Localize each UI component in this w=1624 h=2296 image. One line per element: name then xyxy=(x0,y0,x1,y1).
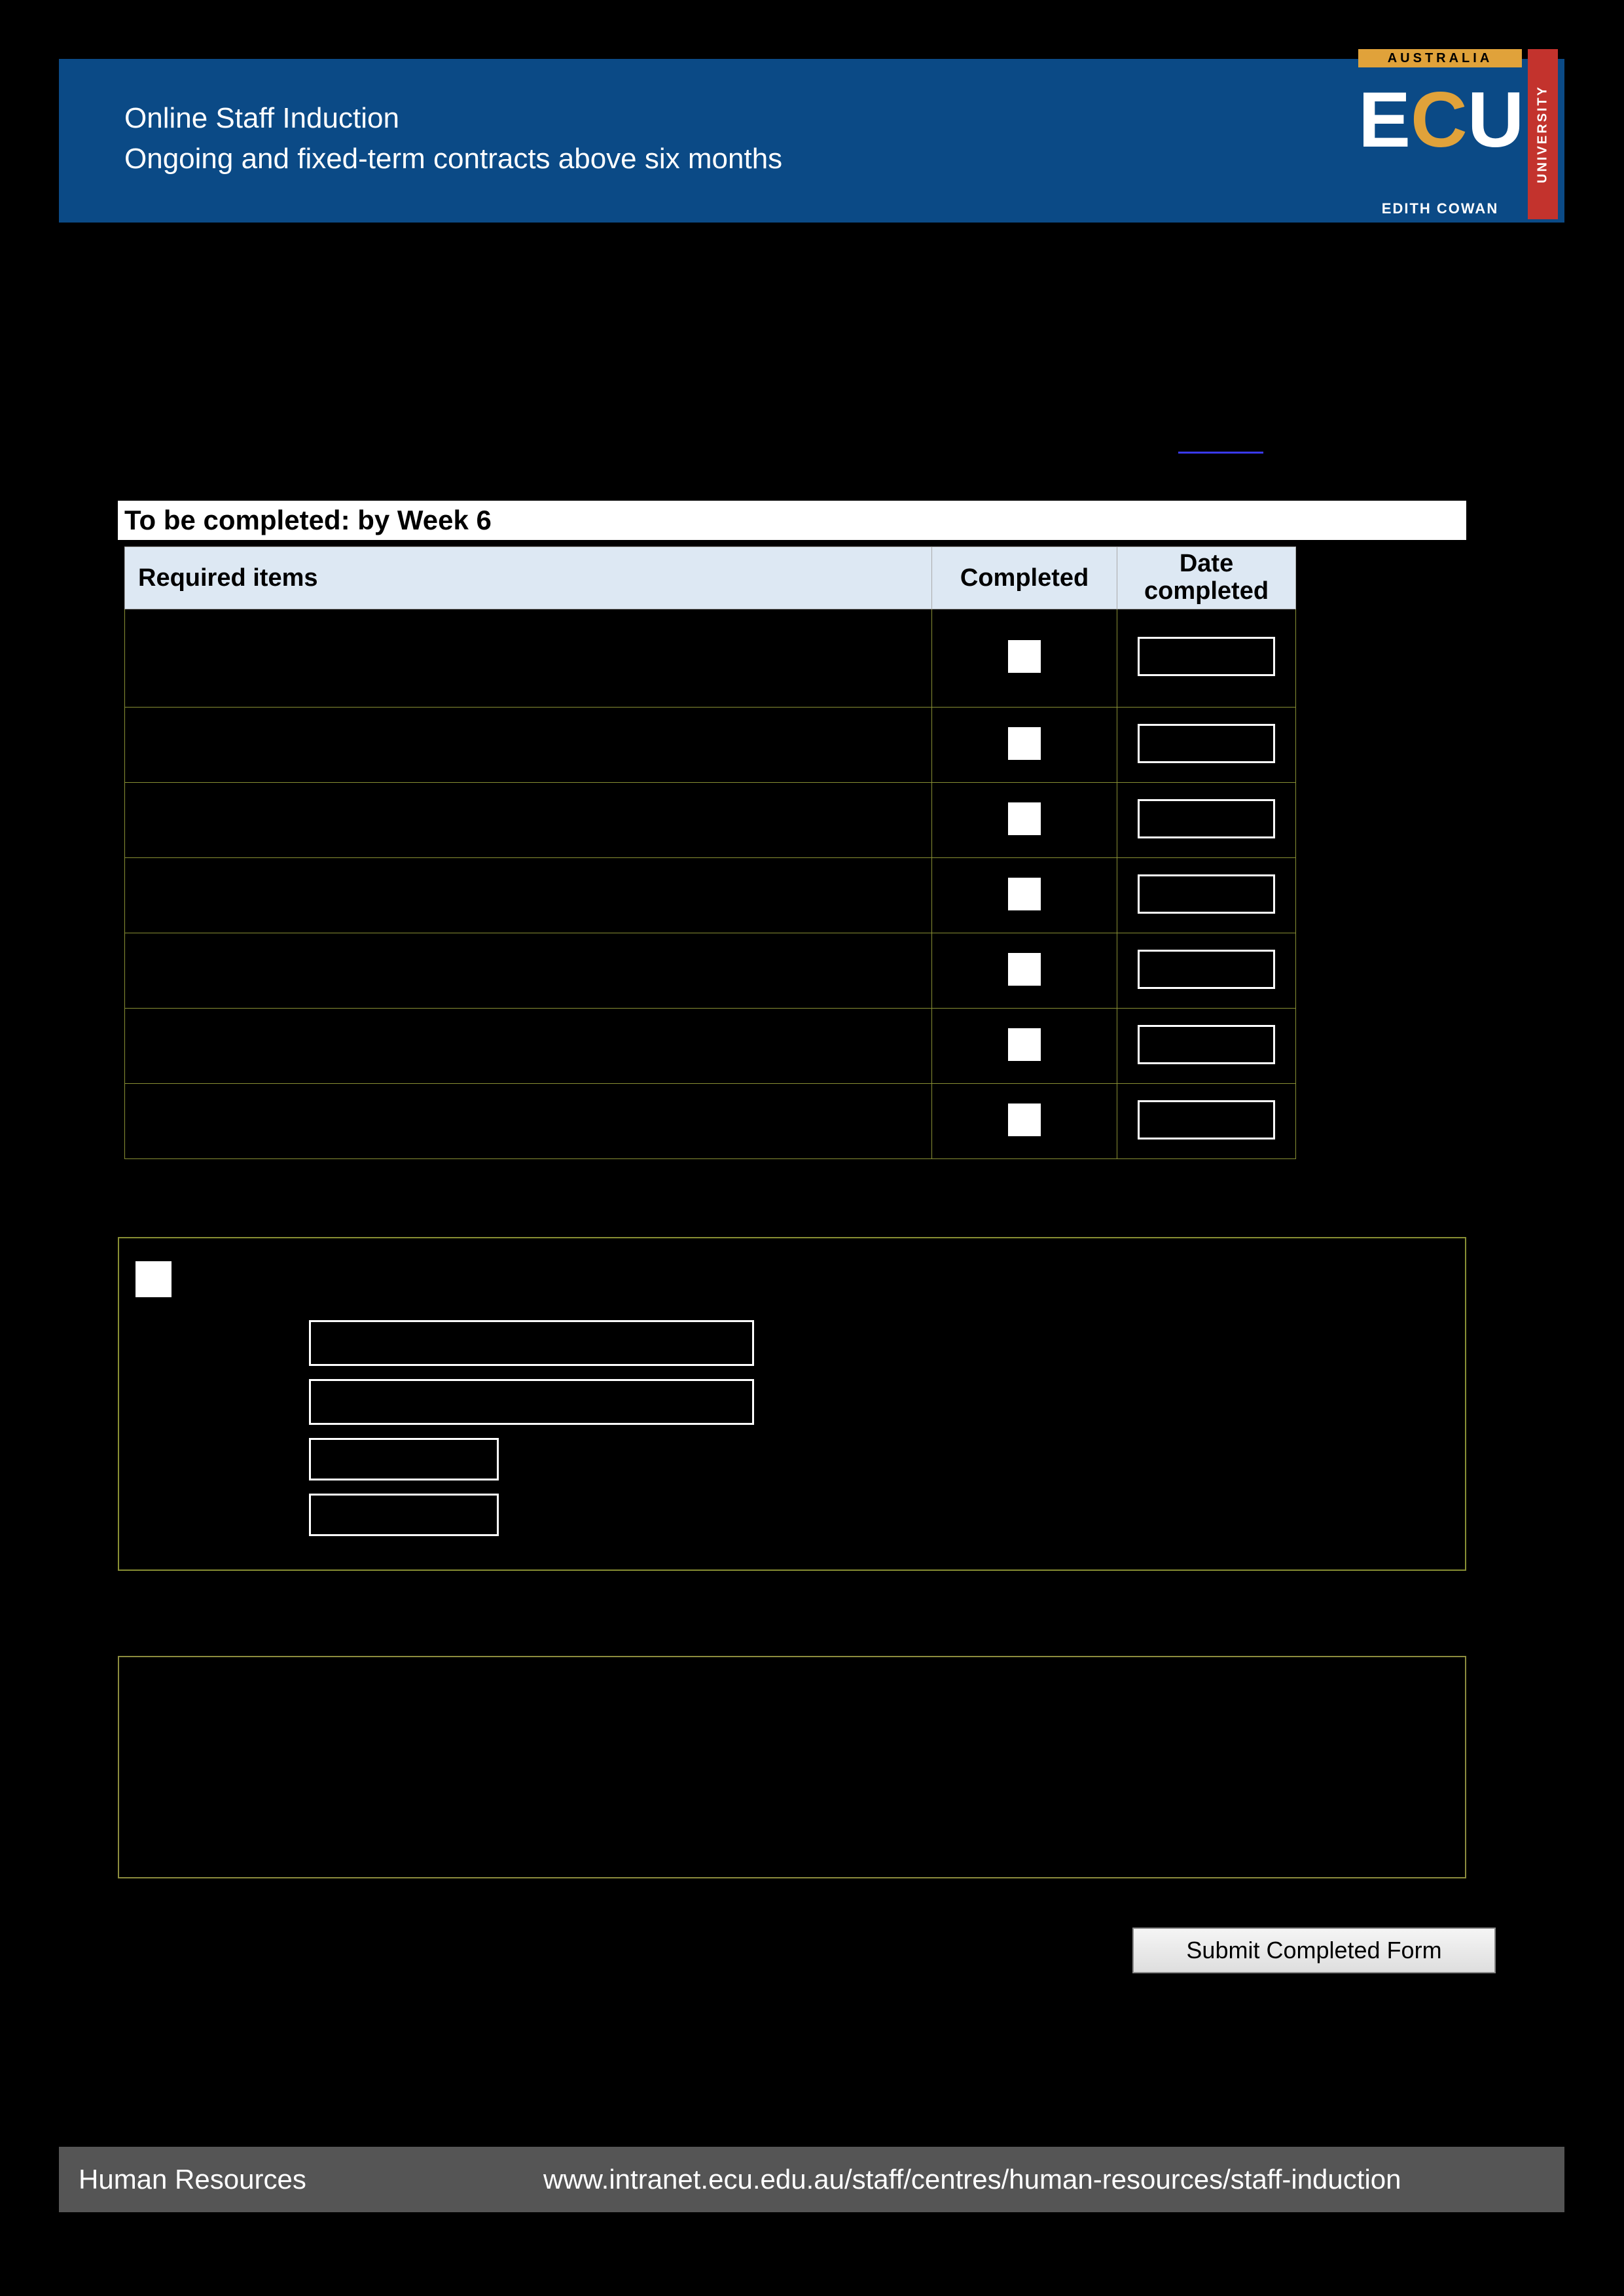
date-cell xyxy=(1117,783,1296,858)
checkbox[interactable] xyxy=(1008,1028,1041,1061)
document-page: Online Staff Induction Ongoing and fixed… xyxy=(0,0,1624,2296)
completed-cell xyxy=(932,1009,1117,1084)
date-input[interactable] xyxy=(309,1494,499,1536)
header-band: Online Staff Induction Ongoing and fixed… xyxy=(59,59,1564,223)
page-subtitle: Ongoing and fixed-term contracts above s… xyxy=(59,139,1564,179)
table-row xyxy=(125,1084,1296,1159)
table-row xyxy=(125,708,1296,783)
col-required-items: Required items xyxy=(125,547,932,609)
completed-cell xyxy=(932,1084,1117,1159)
position-input[interactable] xyxy=(309,1379,754,1425)
date-cell xyxy=(1117,933,1296,1009)
date-input[interactable] xyxy=(1138,724,1275,763)
completed-cell xyxy=(932,858,1117,933)
date-input[interactable] xyxy=(1138,637,1275,676)
date-cell xyxy=(1117,1009,1296,1084)
logo-letter-u: U xyxy=(1468,76,1525,164)
date-input[interactable] xyxy=(1138,1100,1275,1139)
table-header-row: Required items Completed Date completed xyxy=(125,547,1296,609)
page-title: Online Staff Induction xyxy=(59,59,1564,139)
item-cell xyxy=(125,1084,932,1159)
item-cell xyxy=(125,783,932,858)
date-cell xyxy=(1117,1084,1296,1159)
table-row xyxy=(125,858,1296,933)
submit-button[interactable]: Submit Completed Form xyxy=(1132,1928,1496,1973)
section-heading: To be completed: by Week 6 xyxy=(118,501,1466,540)
date-cell xyxy=(1117,609,1296,708)
footer-left-label: Human Resources xyxy=(59,2164,543,2195)
item-cell xyxy=(125,708,932,783)
logo-university-label: UNIVERSITY xyxy=(1528,49,1558,219)
col-completed: Completed xyxy=(932,547,1117,609)
completed-cell xyxy=(932,783,1117,858)
checkbox[interactable] xyxy=(1008,1103,1041,1136)
confirmation-section xyxy=(118,1237,1466,1571)
item-cell xyxy=(125,1009,932,1084)
date-cell xyxy=(1117,708,1296,783)
comments-box[interactable] xyxy=(118,1656,1466,1878)
table-row xyxy=(125,609,1296,708)
checkbox[interactable] xyxy=(1008,802,1041,835)
checkbox[interactable] xyxy=(1008,953,1041,986)
date-cell xyxy=(1117,858,1296,933)
completed-cell xyxy=(932,708,1117,783)
ecu-logo: AUSTRALIA ECU EDITH COWAN UNIVERSITY xyxy=(1342,49,1558,232)
confirmation-checkbox[interactable] xyxy=(135,1261,171,1297)
item-cell xyxy=(125,933,932,1009)
date-input[interactable] xyxy=(1138,799,1275,838)
date-input[interactable] xyxy=(1138,1025,1275,1064)
checkbox[interactable] xyxy=(1008,878,1041,910)
logo-letter-c: C xyxy=(1411,76,1468,164)
date-input[interactable] xyxy=(1138,950,1275,989)
checkbox[interactable] xyxy=(1008,640,1041,673)
name-input[interactable] xyxy=(309,1320,754,1366)
required-items-table: Required items Completed Date completed xyxy=(124,547,1296,1159)
col-date-completed: Date completed xyxy=(1117,547,1296,609)
logo-letter-e: E xyxy=(1358,76,1411,164)
table-row xyxy=(125,933,1296,1009)
footer-url: www.intranet.ecu.edu.au/staff/centres/hu… xyxy=(543,2164,1564,2195)
logo-ecu-letters: ECU xyxy=(1358,67,1522,198)
footer-bar: Human Resources www.intranet.ecu.edu.au/… xyxy=(59,2147,1564,2212)
completed-cell xyxy=(932,609,1117,708)
staff-id-input[interactable] xyxy=(309,1438,499,1480)
item-cell xyxy=(125,858,932,933)
logo-edith-cowan-label: EDITH COWAN xyxy=(1358,198,1522,219)
completed-cell xyxy=(932,933,1117,1009)
item-cell xyxy=(125,609,932,708)
table-row xyxy=(125,1009,1296,1084)
body-link[interactable] xyxy=(1178,429,1263,456)
table-row xyxy=(125,783,1296,858)
date-input[interactable] xyxy=(1138,874,1275,914)
logo-australia-label: AUSTRALIA xyxy=(1358,49,1522,67)
checkbox[interactable] xyxy=(1008,727,1041,760)
